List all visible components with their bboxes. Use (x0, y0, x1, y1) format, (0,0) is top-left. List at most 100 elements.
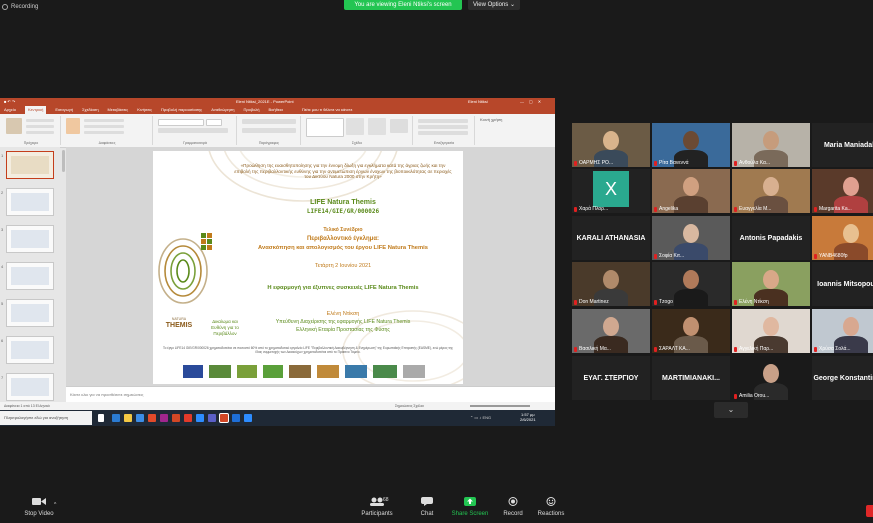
thumbnail-scrollbar[interactable] (62, 150, 65, 172)
participant-tile[interactable]: Amilia Orou... (732, 356, 810, 400)
find-button[interactable] (418, 119, 468, 123)
record-button[interactable]: Record (500, 497, 526, 517)
font-name-select[interactable] (158, 119, 204, 126)
ppt-tab[interactable]: Προβολή (243, 106, 259, 114)
taskbar-clock[interactable]: 1:57 μμ 2/6/2021 (520, 412, 536, 422)
ribbon-group-slides[interactable]: Διαφάνειες (62, 116, 153, 145)
participant-tile[interactable]: Ioannis Mitsopoulos (812, 262, 873, 306)
slide-thumbnail[interactable] (6, 373, 54, 401)
layout-button[interactable] (84, 119, 124, 122)
ribbon-group-clipboard[interactable]: Πρόχειρο (2, 116, 61, 145)
participant-tile[interactable]: MARTIMIANAKI... (652, 356, 730, 400)
stop-video-button[interactable]: Stop Video (22, 497, 56, 517)
font-size-select[interactable] (206, 119, 222, 126)
explorer-icon[interactable] (124, 414, 132, 422)
participant-tile[interactable]: Maria Maniadaki (812, 123, 873, 167)
end-meeting-button[interactable] (866, 505, 873, 517)
word-icon[interactable] (232, 414, 240, 422)
ppt-tab[interactable]: Προβολή παρουσίασης (161, 106, 202, 114)
teams-icon[interactable] (208, 414, 216, 422)
notes-pane[interactable]: Κάντε κλικ για να προσθέσετε σημειώσεις (66, 386, 555, 402)
participant-tile[interactable]: KARALI ATHANASIA (572, 216, 650, 260)
participant-tile[interactable]: ΕΥΑΓ. ΣΤΕΡΓΙΟΥ (572, 356, 650, 400)
participant-tile[interactable]: Margarita Ka... (812, 169, 873, 213)
ribbon-group-paragraph[interactable]: Παράγραφος (238, 116, 301, 145)
align-buttons[interactable] (242, 128, 296, 133)
zoom-app-icon[interactable] (196, 414, 204, 422)
quick-styles-button[interactable] (368, 118, 386, 135)
ppt-tab[interactable]: Αρχείο (4, 106, 16, 114)
list-buttons[interactable] (242, 119, 296, 124)
participant-tile[interactable]: Ευαγγελία Μ... (732, 169, 810, 213)
font-format-buttons[interactable] (158, 128, 228, 133)
cut-button[interactable] (26, 119, 54, 122)
participant-tile[interactable]: ΟΑΡΜΗΣ ΡΟ... (572, 123, 650, 167)
participant-tile[interactable]: Χρύσα Σολά... (812, 309, 873, 353)
paste-icon[interactable] (6, 118, 22, 134)
select-button[interactable] (418, 131, 468, 135)
edge-icon[interactable] (112, 414, 120, 422)
ppt-tab[interactable]: Κεντρική (24, 106, 47, 114)
ppt-tab[interactable]: Μεταβάσεις (108, 106, 129, 114)
participant-tile[interactable]: ΣΑΡΑΛΤ ΚΑ... (652, 309, 730, 353)
shape-fill-buttons[interactable] (390, 119, 408, 133)
share-screen-button[interactable]: Share Screen (450, 497, 490, 517)
task-view-icon[interactable] (98, 414, 104, 422)
ppt-tab[interactable]: Αναθεώρηση (211, 106, 234, 114)
powerpoint-icon[interactable] (172, 414, 180, 422)
powerpoint-active-icon[interactable] (219, 413, 229, 423)
new-slide-icon[interactable] (66, 118, 80, 134)
participants-button[interactable]: 68 Participants (359, 497, 395, 517)
chrome-icon[interactable] (148, 414, 156, 422)
slide-thumbnail[interactable] (6, 151, 54, 179)
participant-tile[interactable]: Ρίτα Βανεννά (652, 123, 730, 167)
zoom-slider[interactable] (470, 405, 530, 407)
slide-thumbnail[interactable] (6, 336, 54, 364)
participant-tile[interactable]: Angelika (652, 169, 730, 213)
ppt-tab[interactable]: Κινήσεις (137, 106, 152, 114)
ppt-tab[interactable]: Βοήθεια (269, 106, 283, 114)
window-controls-icon[interactable]: —▢✕ (520, 98, 546, 106)
slide-thumbnails-pane[interactable]: 1 2 3 4 5 6 7 (0, 147, 60, 410)
participant-tile[interactable]: X Χαρά Πλορ... (572, 169, 650, 213)
section-button[interactable] (84, 131, 124, 134)
slide-thumbnail[interactable] (6, 188, 54, 216)
store-icon[interactable] (136, 414, 144, 422)
format-painter-button[interactable] (26, 131, 54, 134)
reactions-button[interactable]: Reactions (536, 497, 566, 517)
participant-tile[interactable]: Σοφία Κιτ... (652, 216, 730, 260)
view-options-button[interactable]: View Options ⌄ (468, 0, 520, 10)
copy-button[interactable] (26, 125, 54, 128)
slide-thumbnail[interactable] (6, 262, 54, 290)
arrange-button[interactable] (346, 118, 364, 135)
reset-button[interactable] (84, 125, 124, 128)
ribbon-group-drawing[interactable]: Σχέδιο (302, 116, 413, 145)
replace-button[interactable] (418, 125, 468, 129)
shapes-gallery[interactable] (306, 118, 344, 137)
app-icon[interactable] (160, 414, 168, 422)
participant-tile[interactable]: Ανθούλα Κα... (732, 123, 810, 167)
chat-button[interactable]: Chat (414, 497, 440, 517)
taskbar-search[interactable]: Πληκτρολογήστε εδώ για αναζήτηση (0, 411, 92, 425)
ppt-tab[interactable]: Εισαγωγή (55, 106, 73, 114)
participant-tile[interactable]: Βασιλική Μα... (572, 309, 650, 353)
slide-thumbnail[interactable] (6, 299, 54, 327)
participant-tile[interactable]: George Konstantinidis (812, 356, 873, 400)
status-right[interactable]: Σημειώσεις Σχόλια (395, 402, 424, 410)
ribbon-group-font[interactable]: Γραμματοσειρά (154, 116, 237, 145)
video-options-caret[interactable]: ^ (54, 502, 56, 508)
zoom-meeting-icon[interactable] (244, 414, 252, 422)
participant-tile[interactable]: YANB4680fp (812, 216, 873, 260)
share-label[interactable]: Κοινή χρήση (480, 117, 550, 122)
ppt-tell-me-search[interactable]: Πείτε μου τι θέλετε να κάνετε (302, 106, 353, 114)
acrobat-icon[interactable] (184, 414, 192, 422)
current-slide[interactable]: «Προώθηση της ευαισθητοποίησης για την έ… (153, 151, 463, 384)
gallery-next-page-button[interactable]: ⌄ (714, 402, 748, 418)
participant-tile[interactable]: Tzogo (652, 262, 730, 306)
tray-icons[interactable]: ⌃ ▭ ♪ ENG (470, 415, 491, 420)
participant-tile[interactable]: Αγγελική Παρ... (732, 309, 810, 353)
slide-thumbnail[interactable] (6, 225, 54, 253)
ppt-tab[interactable]: Σχεδίαση (82, 106, 98, 114)
participant-tile[interactable]: Don Martinez (572, 262, 650, 306)
participant-tile[interactable]: Ελένη Ντίκση (732, 262, 810, 306)
